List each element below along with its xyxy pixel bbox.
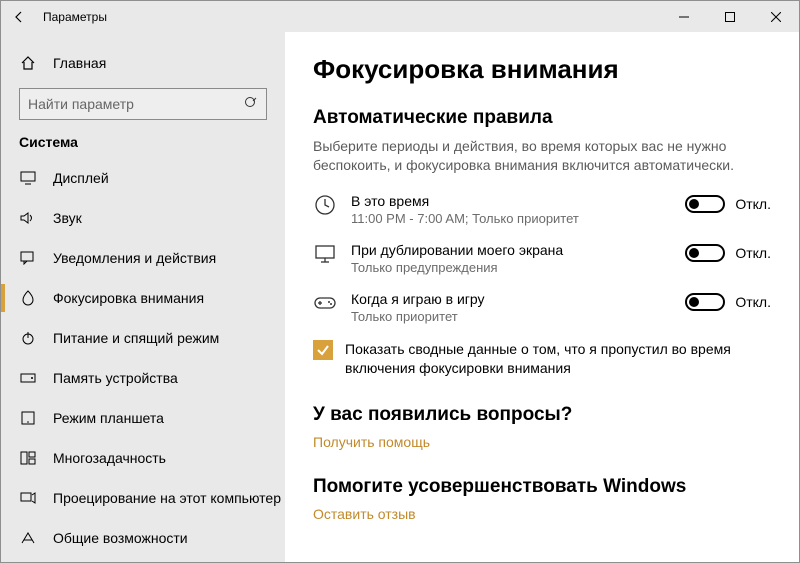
focus-icon <box>19 290 37 306</box>
titlebar: Параметры <box>1 1 799 32</box>
rule-title: В это время <box>351 193 651 209</box>
gamepad-icon <box>313 291 337 315</box>
sidebar-item-label: Режим планшета <box>53 410 164 426</box>
sidebar-item-label: Проецирование на этот компьютер <box>53 490 281 506</box>
sidebar-item-label: Дисплей <box>53 170 109 186</box>
rule-display-toggle[interactable] <box>685 244 725 262</box>
sidebar-item-label: Питание и спящий режим <box>53 330 219 346</box>
sidebar-item-focus-assist[interactable]: Фокусировка внимания <box>1 278 285 318</box>
rule-game[interactable]: Когда я играю в игру Только приоритет От… <box>313 291 771 324</box>
summary-checkbox-label: Показать сводные данные о том, что я про… <box>345 340 755 378</box>
project-icon <box>19 491 37 505</box>
rule-time[interactable]: В это время 11:00 PM - 7:00 AM; Только п… <box>313 193 771 226</box>
sidebar: Главная Система Дисплей Звук <box>1 32 285 562</box>
home-label: Главная <box>53 55 106 71</box>
help-link[interactable]: Получить помощь <box>313 434 771 450</box>
sound-icon <box>19 211 37 225</box>
storage-icon <box>19 371 37 385</box>
rules-heading: Автоматические правила <box>313 107 771 129</box>
tablet-icon <box>19 411 37 425</box>
maximize-button[interactable] <box>707 1 753 32</box>
clock-icon <box>313 193 337 217</box>
sidebar-item-shared[interactable]: Общие возможности <box>1 518 285 558</box>
back-button[interactable] <box>1 1 37 32</box>
monitor-icon <box>313 242 337 266</box>
feedback-link[interactable]: Оставить отзыв <box>313 506 771 522</box>
rule-duplicate-display[interactable]: При дублировании моего экрана Только пре… <box>313 242 771 275</box>
rule-game-toggle[interactable] <box>685 293 725 311</box>
rule-subtitle: Только приоритет <box>351 309 651 324</box>
rule-subtitle: 11:00 PM - 7:00 AM; Только приоритет <box>351 211 651 226</box>
rules-description: Выберите периоды и действия, во время ко… <box>313 137 743 175</box>
toggle-label: Откл. <box>735 294 771 310</box>
shared-icon <box>19 531 37 545</box>
rule-title: Когда я играю в игру <box>351 291 651 307</box>
sidebar-item-display[interactable]: Дисплей <box>1 158 285 198</box>
summary-checkbox[interactable] <box>313 340 333 360</box>
page-title: Фокусировка внимания <box>313 54 771 85</box>
search-input[interactable] <box>19 88 267 120</box>
multitask-icon <box>19 451 37 465</box>
search-icon <box>244 96 258 113</box>
sidebar-item-label: Память устройства <box>53 370 178 386</box>
sidebar-item-notifications[interactable]: Уведомления и действия <box>1 238 285 278</box>
sidebar-section-title: Система <box>1 134 285 158</box>
home-icon <box>19 55 37 71</box>
sidebar-item-label: Уведомления и действия <box>53 250 216 266</box>
sidebar-item-label: Звук <box>53 210 82 226</box>
close-button[interactable] <box>753 1 799 32</box>
sidebar-item-label: Общие возможности <box>53 530 188 546</box>
help-heading: У вас появились вопросы? <box>313 404 771 426</box>
rule-subtitle: Только предупреждения <box>351 260 651 275</box>
minimize-button[interactable] <box>661 1 707 32</box>
toggle-label: Откл. <box>735 196 771 212</box>
sidebar-item-label: Многозадачность <box>53 450 166 466</box>
content-area: Фокусировка внимания Автоматические прав… <box>285 32 799 562</box>
sidebar-item-storage[interactable]: Память устройства <box>1 358 285 398</box>
sidebar-item-tablet[interactable]: Режим планшета <box>1 398 285 438</box>
toggle-label: Откл. <box>735 245 771 261</box>
sidebar-item-projecting[interactable]: Проецирование на этот компьютер <box>1 478 285 518</box>
sidebar-nav: Дисплей Звук Уведомления и действия Фоку… <box>1 158 285 558</box>
sidebar-item-multitasking[interactable]: Многозадачность <box>1 438 285 478</box>
sidebar-item-label: Фокусировка внимания <box>53 290 204 306</box>
rule-time-toggle[interactable] <box>685 195 725 213</box>
notifications-icon <box>19 251 37 265</box>
power-icon <box>19 330 37 346</box>
sidebar-item-sound[interactable]: Звук <box>1 198 285 238</box>
search-field[interactable] <box>28 96 244 112</box>
rule-title: При дублировании моего экрана <box>351 242 651 258</box>
sidebar-item-power[interactable]: Питание и спящий режим <box>1 318 285 358</box>
home-link[interactable]: Главная <box>1 46 285 80</box>
window-title: Параметры <box>43 10 107 24</box>
feedback-heading: Помогите усовершенствовать Windows <box>313 476 771 498</box>
display-icon <box>19 171 37 185</box>
